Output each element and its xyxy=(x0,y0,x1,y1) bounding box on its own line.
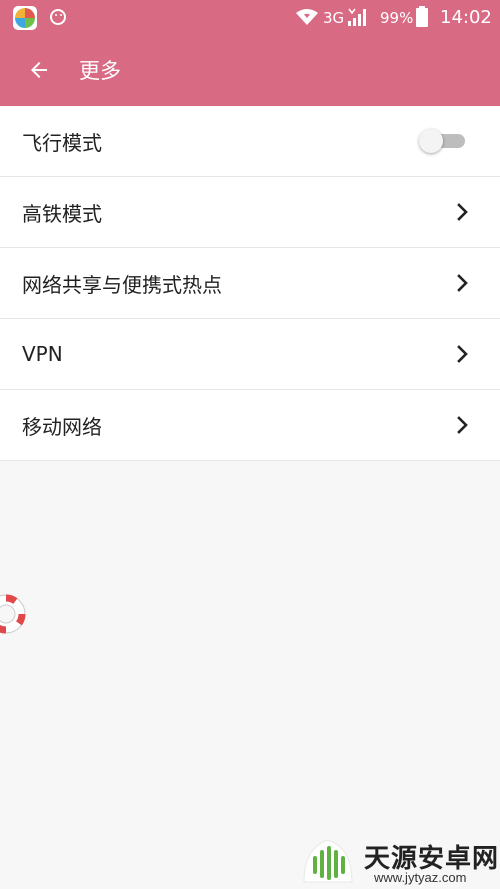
watermark: 天源安卓网 www.jytyaz.com xyxy=(300,834,500,889)
chevron-right-icon xyxy=(457,345,468,363)
app-icon xyxy=(13,6,37,30)
chevron-right-icon xyxy=(457,416,468,434)
airplane-mode-toggle[interactable] xyxy=(419,129,465,153)
list-item-label: VPN xyxy=(22,342,63,366)
network-type-label: 3G xyxy=(323,9,345,27)
battery-icon xyxy=(416,6,428,27)
screen: 3G 99% 14:02 更多 飞行模式 高铁模式 网络共享与便携式热点 VPN… xyxy=(0,0,500,889)
toggle-thumb xyxy=(419,129,443,153)
page-title: 更多 xyxy=(79,59,121,83)
smiley-icon xyxy=(50,9,66,25)
back-button[interactable] xyxy=(22,53,56,87)
signal-icon xyxy=(348,8,366,26)
watermark-url: www.jytyaz.com xyxy=(374,870,467,885)
list-item-tethering-hotspot[interactable]: 网络共享与便携式热点 xyxy=(0,248,500,319)
list-item-label: 网络共享与便携式热点 xyxy=(22,272,222,297)
app-bar: 更多 xyxy=(0,36,500,106)
battery-percent: 99% xyxy=(380,9,414,27)
settings-list: 飞行模式 高铁模式 网络共享与便携式热点 VPN 移动网络 xyxy=(0,106,500,461)
list-item-high-speed-rail-mode[interactable]: 高铁模式 xyxy=(0,177,500,248)
list-item-label: 移动网络 xyxy=(22,414,102,439)
list-item-label: 高铁模式 xyxy=(22,201,102,226)
list-item-vpn[interactable]: VPN xyxy=(0,319,500,390)
android-logo-icon xyxy=(303,839,353,883)
arrow-left-icon xyxy=(31,62,47,78)
chevron-right-icon xyxy=(457,274,468,292)
list-item-mobile-network[interactable]: 移动网络 xyxy=(0,390,500,461)
list-item-label: 飞行模式 xyxy=(22,130,102,155)
list-item-airplane-mode[interactable]: 飞行模式 xyxy=(0,106,500,177)
clock: 14:02 xyxy=(440,7,492,28)
status-bar: 3G 99% 14:02 xyxy=(0,0,500,36)
chevron-right-icon xyxy=(457,203,468,221)
lifebuoy-icon[interactable] xyxy=(0,592,28,636)
wifi-icon xyxy=(296,9,318,25)
